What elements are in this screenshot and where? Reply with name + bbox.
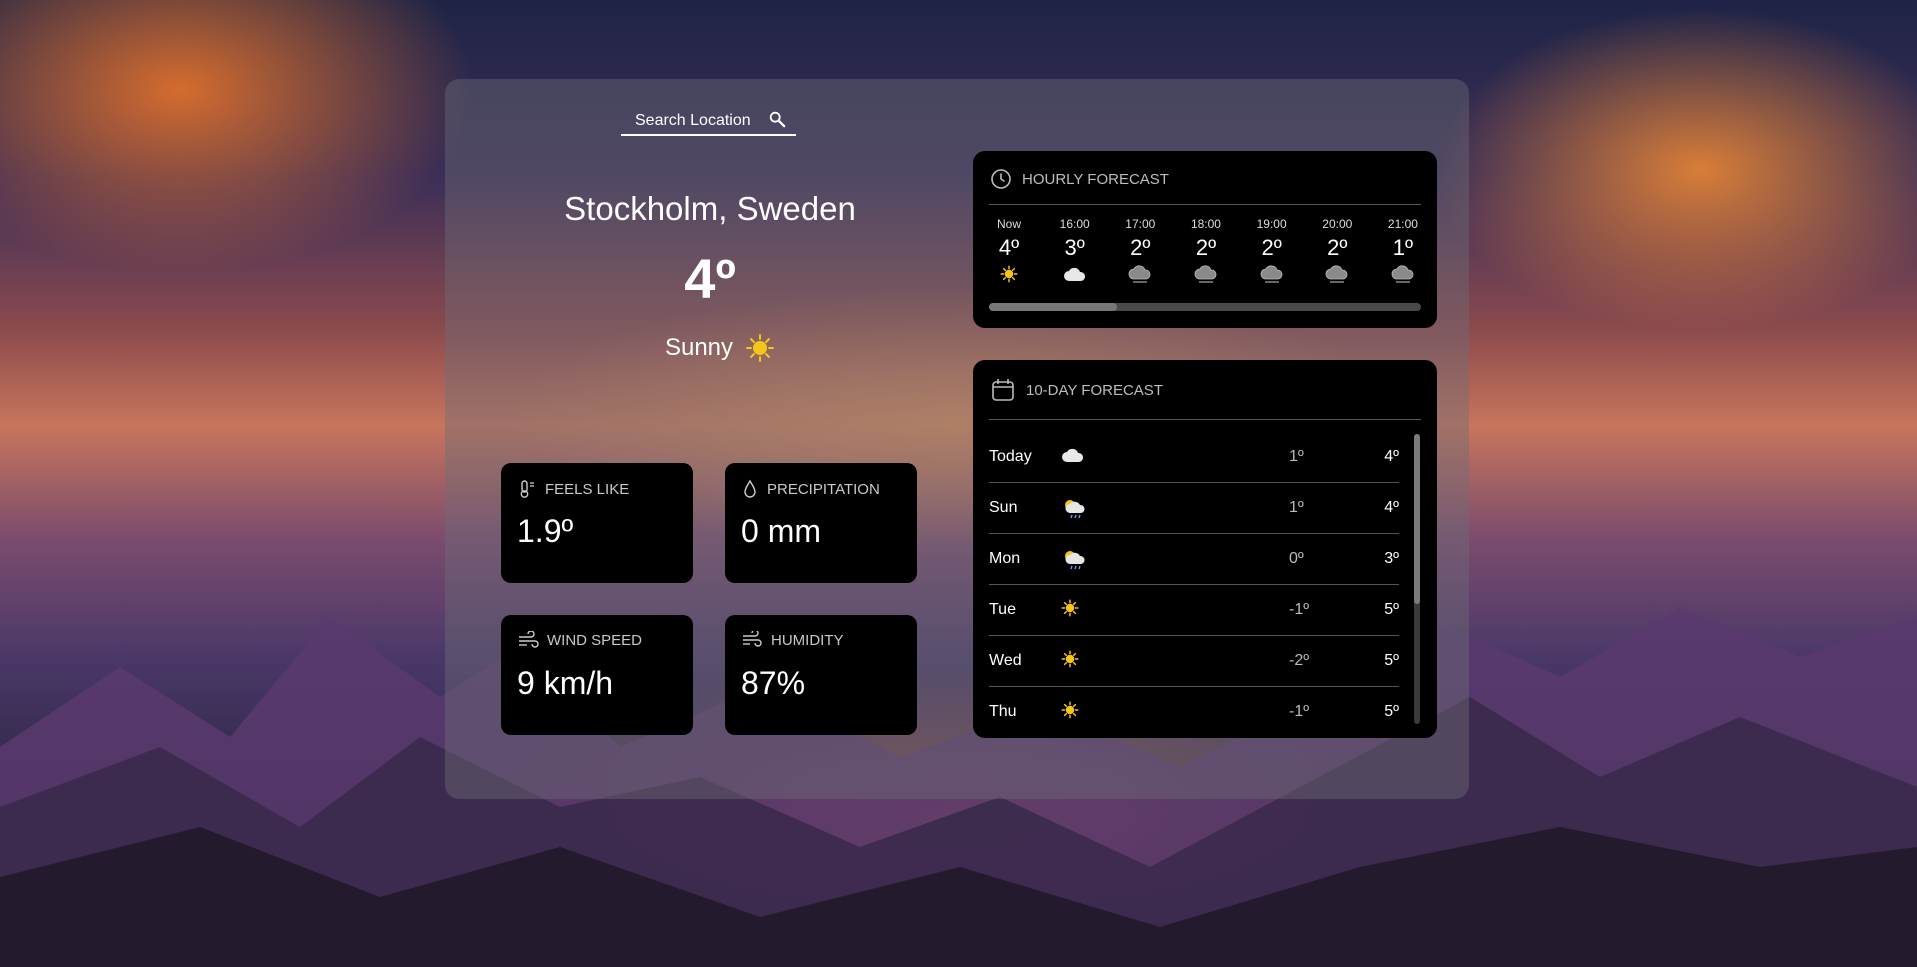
humidity-card: HUMIDITY 87%	[725, 615, 917, 735]
day-low-temp: 1º	[1289, 448, 1304, 465]
day-low-temp: -1º	[1289, 703, 1310, 720]
hour-time: 19:00	[1256, 217, 1287, 231]
dark-cloud-icon	[1325, 265, 1349, 285]
current-condition: Sunny	[620, 333, 820, 363]
precipitation-card: PRECIPITATION 0 mm	[725, 463, 917, 583]
day-high-temp: 5º	[1384, 703, 1399, 720]
day-name: Mon	[989, 550, 1021, 567]
calendar-icon	[992, 379, 1014, 401]
day-low-temp: 1º	[1289, 499, 1304, 516]
hourly-forecast-title: HOURLY FORECAST	[1022, 170, 1169, 188]
hour-time: Now	[996, 217, 1021, 231]
hour-time: 21:00	[1387, 217, 1418, 231]
search-icon[interactable]	[768, 110, 786, 128]
horizontal-scrollbar[interactable]	[989, 303, 1421, 311]
hour-time: 16:00	[1059, 217, 1090, 231]
day-name: Thu	[989, 703, 1017, 720]
sun-icon	[1061, 701, 1079, 724]
day-name: Wed	[989, 652, 1022, 669]
scrollbar-thumb[interactable]	[1414, 434, 1420, 604]
hour-item: 21:00 1º	[1383, 217, 1423, 285]
precipitation-label: PRECIPITATION	[767, 480, 880, 498]
thermometer-icon	[520, 480, 534, 498]
hourly-list[interactable]: Now 4º 16:00 3º 17:00 2º 18:00 2º 19:00 2º 20:00 2º…	[989, 217, 1423, 285]
hour-item: 19:00 2º	[1252, 217, 1292, 285]
sun-rain-cloud-icon	[1061, 497, 1087, 524]
hour-time: 20:00	[1322, 217, 1353, 231]
search-location-label: Search Location	[635, 112, 751, 129]
daily-list[interactable]: Today 1º 4º Sun 1º 4º Mon 0º 3º Tue -1º 5º Wed -2º 5º T…	[989, 432, 1399, 737]
feels-like-label: FEELS LIKE	[545, 480, 630, 498]
hour-temp: 2º	[1261, 235, 1282, 260]
wind-speed-value: 9 km/h	[517, 665, 614, 701]
search-location-field[interactable]: Search Location	[621, 108, 796, 136]
ten-day-forecast-card: 10-DAY FORECAST Today 1º 4º Sun 1º 4º Mon 0º 3º T…	[973, 360, 1437, 738]
day-high-temp: 4º	[1384, 448, 1399, 465]
day-row: Sun 1º 4º	[989, 483, 1399, 534]
dark-cloud-icon	[1260, 265, 1284, 285]
wind-speed-label: WIND SPEED	[547, 631, 643, 649]
day-row: Tue -1º 5º	[989, 585, 1399, 636]
hour-temp: 2º	[1130, 235, 1151, 260]
hour-temp: 2º	[1195, 235, 1217, 260]
condition-label: Sunny	[664, 334, 734, 361]
day-name: Sun	[989, 499, 1018, 516]
wind-icon	[519, 631, 539, 648]
sun-icon	[1061, 599, 1079, 622]
day-row: Today 1º 4º	[989, 432, 1399, 483]
day-high-temp: 4º	[1384, 499, 1399, 516]
divider	[989, 419, 1421, 420]
divider	[989, 204, 1421, 205]
day-low-temp: -1º	[1289, 601, 1310, 618]
vertical-scrollbar[interactable]	[1414, 434, 1420, 724]
humidity-icon	[743, 631, 762, 647]
hour-item: 20:00 2º	[1317, 217, 1357, 285]
wind-speed-card: WIND SPEED 9 km/h	[501, 615, 693, 735]
hour-temp: 2º	[1327, 235, 1348, 260]
precipitation-value: 0 mm	[741, 513, 821, 549]
hourly-forecast-card: HOURLY FORECAST Now 4º 16:00 3º 17:00 2º 18:00…	[973, 151, 1437, 328]
day-high-temp: 5º	[1384, 652, 1399, 669]
hour-item: Now 4º	[989, 217, 1029, 285]
clock-icon	[991, 169, 1011, 189]
day-name: Tue	[989, 601, 1016, 618]
day-name: Today	[989, 448, 1032, 465]
hour-temp: 4º	[998, 235, 1020, 260]
humidity-value: 87%	[741, 665, 806, 701]
scrollbar-thumb[interactable]	[989, 303, 1117, 311]
dark-cloud-icon	[1391, 265, 1415, 285]
location-name: Stockholm, Sweden	[564, 190, 856, 227]
day-row: Wed -2º 5º	[989, 636, 1399, 687]
feels-like-value: 1.9º	[517, 513, 574, 549]
cloud-icon	[1063, 265, 1087, 285]
sun-icon	[1061, 650, 1079, 673]
day-high-temp: 3º	[1384, 550, 1399, 567]
sun-icon	[1000, 265, 1018, 285]
current-temperature: 4º	[684, 247, 736, 310]
dark-cloud-icon	[1194, 265, 1218, 285]
hour-time: 17:00	[1125, 217, 1156, 231]
hour-item: 18:00 2º	[1186, 217, 1226, 285]
droplet-icon	[744, 479, 756, 498]
ten-day-forecast-title: 10-DAY FORECAST	[1026, 381, 1163, 399]
humidity-label: HUMIDITY	[771, 631, 844, 649]
hour-item: 16:00 3º	[1055, 217, 1095, 285]
sun-icon	[746, 334, 775, 362]
feels-like-card: FEELS LIKE 1.9º	[501, 463, 693, 583]
day-low-temp: 0º	[1289, 550, 1304, 567]
hour-temp: 3º	[1064, 235, 1085, 260]
day-row: Thu -1º 5º	[989, 687, 1399, 737]
day-row: Mon 0º 3º	[989, 534, 1399, 585]
hour-temp: 1º	[1392, 235, 1414, 260]
cloud-icon	[1061, 446, 1085, 469]
sun-rain-cloud-icon	[1061, 548, 1087, 575]
hour-time: 18:00	[1190, 217, 1221, 231]
day-high-temp: 5º	[1384, 601, 1399, 618]
hour-item: 17:00 2º	[1120, 217, 1160, 285]
dark-cloud-icon	[1128, 265, 1152, 285]
day-low-temp: -2º	[1289, 652, 1310, 669]
